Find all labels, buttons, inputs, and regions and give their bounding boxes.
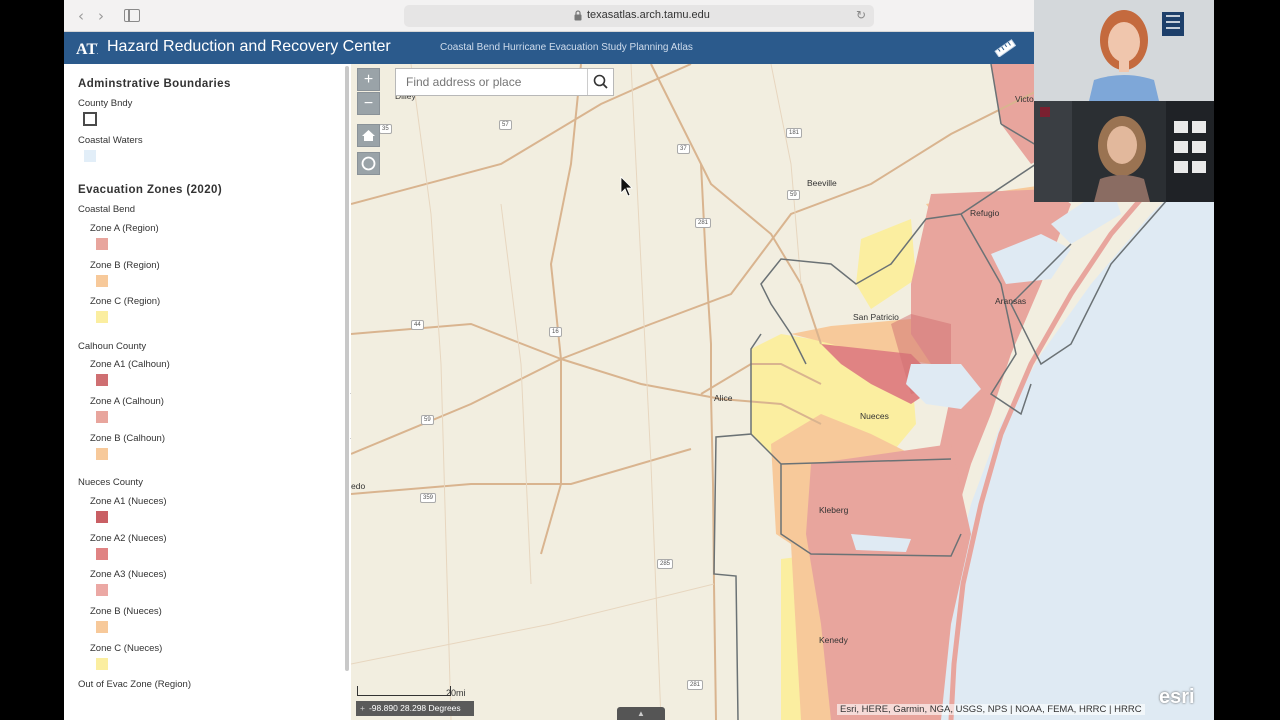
- search-icon: [593, 74, 608, 89]
- highway-shield: 359: [420, 493, 437, 503]
- legend-swatch: [96, 621, 108, 633]
- legend-item: Zone C (Region): [90, 296, 161, 307]
- highway-shield: 16: [549, 327, 562, 337]
- place-label-kleberg: Kleberg: [819, 505, 849, 515]
- highway-shield: 59: [787, 190, 800, 200]
- place-label-laredo: edo: [351, 481, 366, 491]
- legend-label: County Bndy: [78, 98, 133, 109]
- mouse-cursor: [620, 176, 633, 197]
- legend-item: Zone A1 (Calhoun): [90, 359, 170, 370]
- sidebar-toggle-icon[interactable]: [124, 9, 140, 22]
- legend-item: Zone B (Region): [90, 260, 160, 271]
- place-label-nueces: Nueces: [860, 411, 889, 421]
- place-label-kenedy: Kenedy: [819, 635, 848, 645]
- highway-shield: 35: [379, 124, 392, 134]
- measure-icon[interactable]: [994, 39, 1016, 57]
- place-label-beeville: Beeville: [807, 178, 837, 188]
- legend-item: Zone B (Calhoun): [90, 433, 165, 444]
- place-label-refugio: Refugio: [970, 208, 1000, 218]
- map-attribution: Esri, HERE, Garmin, NGA, USGS, NPS | NOA…: [837, 704, 1145, 715]
- legend-item: Zone A (Region): [90, 223, 159, 234]
- highway-shield: 281: [695, 218, 712, 228]
- esri-logo: esri: [1159, 686, 1195, 708]
- video-tile-presenter: [1034, 0, 1214, 101]
- county-boundary-swatch: [83, 112, 97, 126]
- app-title: Hazard Reduction and Recovery Center: [107, 38, 391, 55]
- highway-shield: 181: [786, 128, 803, 138]
- legend-swatch: [96, 275, 108, 287]
- video-tile-participant: [1034, 101, 1214, 202]
- search-box: [395, 68, 614, 96]
- legend-heading: Adminstrative Boundaries: [78, 78, 231, 90]
- home-icon: [362, 130, 375, 141]
- address-bar[interactable]: texasatlas.arch.tamu.edu ↻: [404, 5, 874, 27]
- legend-swatch: [96, 548, 108, 560]
- search-input[interactable]: [396, 69, 586, 95]
- place-label-aransas: Aransas: [995, 296, 1027, 306]
- legend-item: Zone B (Nueces): [90, 606, 162, 617]
- expand-handle[interactable]: ▲: [617, 707, 665, 720]
- legend-swatch: [96, 658, 108, 670]
- video-person-image: [1034, 0, 1214, 101]
- legend-group-label: Out of Evac Zone (Region): [78, 679, 191, 690]
- legend-item: Zone A (Calhoun): [90, 396, 164, 407]
- legend-group-label: Nueces County: [78, 477, 143, 488]
- coordinate-text: -98.890 28.298 Degrees: [368, 703, 461, 713]
- legend-item: Zone C (Nueces): [90, 643, 163, 654]
- url-text: texasatlas.arch.tamu.edu: [587, 9, 710, 21]
- legend-swatch: [96, 411, 108, 423]
- zoom-out-button[interactable]: −: [357, 92, 380, 115]
- legend-swatch: [96, 238, 108, 250]
- legend-item: Zone A1 (Nueces): [90, 496, 167, 507]
- scale-bar: [357, 686, 451, 696]
- highway-shield: 281: [687, 680, 704, 690]
- legend-scrollbar[interactable]: [345, 66, 349, 671]
- place-label-victoria: Victo: [1015, 94, 1034, 104]
- home-button[interactable]: [357, 124, 380, 147]
- legend-heading: Evacuation Zones (2020): [78, 184, 223, 196]
- legend-group-label: Coastal Bend: [78, 204, 136, 215]
- legend-label: Coastal Waters: [78, 135, 143, 146]
- app-subtitle: Coastal Bend Hurricane Evacuation Study …: [440, 42, 693, 53]
- place-label-san-patricio: San Patricio: [853, 312, 899, 322]
- back-button[interactable]: ‹: [72, 7, 90, 25]
- legend-item: Zone A3 (Nueces): [90, 569, 167, 580]
- locate-icon: [361, 156, 376, 171]
- scale-label: 20mi: [446, 688, 466, 698]
- locate-button[interactable]: [357, 152, 380, 175]
- legend-swatch: [96, 448, 108, 460]
- legend-swatch: [96, 311, 108, 323]
- highway-shield: 44: [411, 320, 424, 330]
- video-person-image: [1034, 101, 1214, 202]
- legend-group-label: Calhoun County: [78, 341, 147, 352]
- reload-button[interactable]: ↻: [856, 8, 866, 22]
- tamu-logo-icon: ATM: [76, 41, 98, 58]
- legend-item: Zone A2 (Nueces): [90, 533, 167, 544]
- coordinate-prefix: +: [360, 703, 365, 713]
- legend-panel: Adminstrative Boundaries County Bndy Coa…: [64, 64, 350, 720]
- legend-swatch: [96, 584, 108, 596]
- svg-text:ATM: ATM: [76, 41, 98, 58]
- lock-icon: [574, 10, 582, 21]
- place-label-alice: Alice: [714, 393, 733, 403]
- search-button[interactable]: [587, 69, 613, 95]
- legend-swatch: [96, 374, 108, 386]
- forward-button[interactable]: ›: [92, 7, 110, 25]
- legend-swatch: [96, 511, 108, 523]
- coastal-waters-swatch: [84, 150, 96, 162]
- highway-shield: 285: [657, 559, 674, 569]
- highway-shield: 59: [421, 415, 434, 425]
- zoom-in-button[interactable]: +: [357, 68, 380, 91]
- coordinate-readout: + -98.890 28.298 Degrees: [356, 701, 474, 716]
- highway-shield: 57: [499, 120, 512, 130]
- highway-shield: 37: [677, 144, 690, 154]
